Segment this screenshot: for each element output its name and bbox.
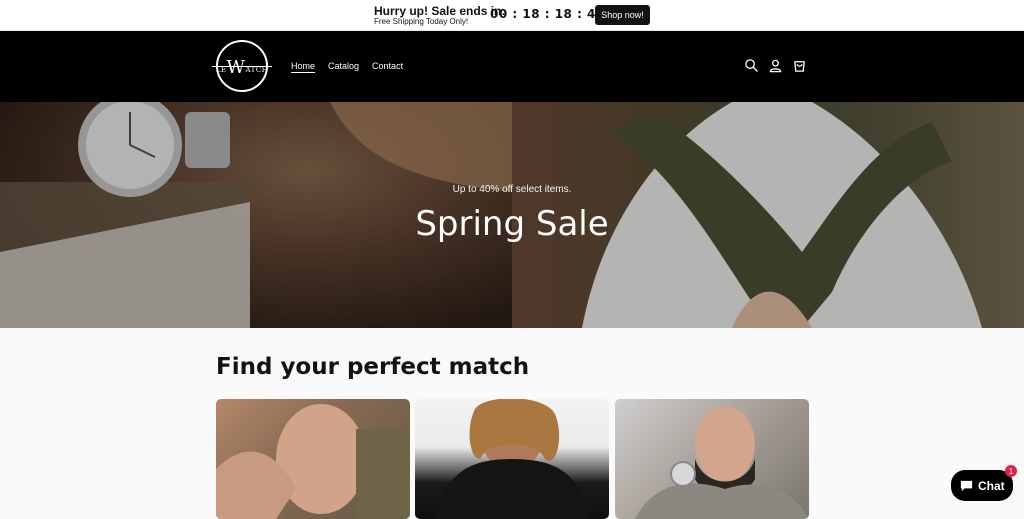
logo-mark: LEWATCH <box>211 56 272 78</box>
main-nav: Home Catalog Contact <box>291 61 403 71</box>
hero-subtitle: Up to 40% off select items. <box>452 184 572 195</box>
countdown-timer: 00 : 18 : 18 : 44 <box>490 7 605 21</box>
collection-card-1[interactable] <box>216 399 410 519</box>
chat-badge: 1 <box>1005 465 1017 477</box>
collection-title: Find your perfect match <box>216 354 530 380</box>
search-icon[interactable] <box>744 58 759 73</box>
card-image-1 <box>216 404 410 519</box>
hero-banner[interactable]: Up to 40% off select items. Spring Sale <box>0 102 1024 328</box>
site-header: LEWATCH Home Catalog Contact <box>0 31 1024 102</box>
cart-icon[interactable] <box>792 58 807 73</box>
site-logo[interactable]: LEWATCH <box>211 40 272 92</box>
nav-catalog[interactable]: Catalog <box>328 61 359 71</box>
sale-headline: Hurry up! Sale ends in: <box>374 4 506 18</box>
sale-subline: Free Shipping Today Only! <box>374 17 469 26</box>
card-image-2 <box>435 399 590 519</box>
chat-icon <box>960 480 973 492</box>
hero-title: Spring Sale <box>415 204 609 244</box>
announcement-bar: Hurry up! Sale ends in: Free Shipping To… <box>0 0 1024 31</box>
header-icons <box>744 58 807 73</box>
chat-label: Chat <box>978 478 1005 493</box>
account-icon[interactable] <box>768 58 783 73</box>
shop-now-button[interactable]: Shop now! <box>595 5 650 25</box>
nav-contact[interactable]: Contact <box>372 61 403 71</box>
chat-button[interactable]: Chat <box>951 470 1013 501</box>
nav-home[interactable]: Home <box>291 61 315 71</box>
collection-card-3[interactable] <box>615 399 809 519</box>
collection-card-2[interactable] <box>415 399 609 519</box>
card-image-3 <box>635 406 809 519</box>
